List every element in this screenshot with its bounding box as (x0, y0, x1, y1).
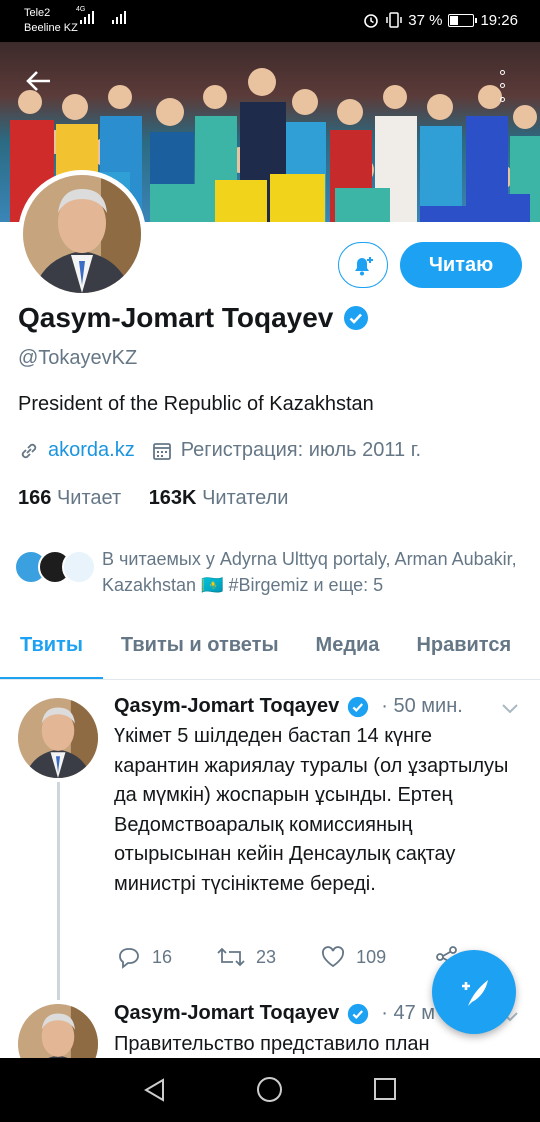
tweet-time: · 50 мин. (381, 695, 463, 717)
battery-icon (448, 13, 478, 27)
signal-icons: 4G (76, 6, 126, 24)
alarm-icon (364, 14, 379, 28)
tweet-actions: 16 23 109 (116, 944, 460, 970)
calendar-icon (152, 442, 171, 460)
verified-badge-icon (348, 696, 369, 717)
notifications-button[interactable] (338, 242, 388, 288)
more-options-button[interactable] (492, 66, 512, 106)
status-bar: Tele2 Beeline KZ 4G 37 % 19:26 (0, 0, 540, 42)
tweet-author: Qasym-Jomart Toqayev (114, 695, 340, 717)
tab-likes[interactable]: Нравится (416, 620, 511, 679)
battery-percent: 37 % (408, 11, 443, 29)
clock: 19:26 (480, 11, 518, 29)
tab-tweets[interactable]: Твиты (0, 620, 103, 679)
like-count: 109 (356, 946, 387, 967)
tweet-avatar[interactable] (18, 1004, 98, 1058)
signal-icon (112, 10, 126, 24)
heart-icon (322, 946, 345, 968)
profile-avatar[interactable] (18, 170, 146, 298)
follow-counts: 166 Читает 163K Читатели (18, 487, 288, 510)
mini-avatar (62, 550, 96, 584)
system-nav-bar (0, 1058, 540, 1122)
avatar-portrait (23, 175, 141, 293)
tweet[interactable]: Qasym-Jomart Toqayev · 50 мин. Үкімет 5 … (0, 680, 540, 1000)
avatar-portrait (18, 1004, 98, 1058)
following-label: Читает (56, 487, 122, 509)
nav-recents-icon[interactable] (374, 1078, 396, 1100)
reply-icon (119, 948, 139, 969)
compose-tweet-button[interactable] (432, 950, 516, 1034)
chevron-down-icon[interactable] (500, 698, 520, 718)
tweet-avatar[interactable] (18, 698, 98, 778)
bell-plus-icon (355, 257, 373, 276)
profile-bio: President of the Republic of Kazakhstan (18, 393, 374, 415)
back-button[interactable] (24, 66, 60, 102)
tweet-author: Qasym-Jomart Toqayev (114, 1002, 340, 1024)
tab-media[interactable]: Медиа (316, 620, 380, 679)
status-right: 37 % 19:26 (362, 11, 518, 29)
compose-feather-icon (462, 980, 488, 1006)
verified-badge-icon (344, 306, 369, 330)
tab-tweets-replies[interactable]: Твиты и ответы (121, 620, 279, 679)
nav-back-icon[interactable] (142, 1077, 166, 1103)
retweet-icon (217, 947, 245, 967)
join-date: Регистрация: июль 2011 г. (180, 439, 422, 461)
carrier-2: Beeline KZ (24, 22, 78, 34)
following-count-link[interactable]: 166 Читает (18, 487, 121, 509)
following-button[interactable]: Читаю (400, 242, 522, 288)
link-icon (21, 443, 37, 458)
carrier-1: Tele2 (24, 7, 51, 19)
followers-label: Читатели (202, 487, 289, 509)
followed-by-row[interactable]: В читаемых у Adyrna Ulttyq portaly, Arma… (14, 546, 534, 598)
following-count: 166 (18, 487, 52, 509)
retweet-count: 23 (256, 946, 277, 967)
website-link[interactable]: akorda.kz (48, 439, 135, 462)
carrier-names: Tele2 Beeline KZ (24, 6, 78, 36)
back-arrow-icon (26, 71, 50, 91)
reply-button[interactable]: 16 (116, 944, 172, 970)
tweet-text: Үкімет 5 шілдеден бастап 14 күнге карант… (114, 725, 509, 895)
tweet-text: Правительство представило план (114, 1033, 430, 1055)
avatar-portrait (18, 698, 98, 778)
thread-line (57, 782, 60, 1000)
signal-icon: 4G (76, 6, 94, 24)
tweet-header: Qasym-Jomart Toqayev · 47 м (114, 1002, 435, 1025)
network-type: 4G (76, 6, 86, 13)
reply-count: 16 (152, 946, 173, 967)
profile-handle: @TokayevKZ (18, 347, 138, 369)
tweet-header: Qasym-Jomart Toqayev · 50 мин. (114, 695, 463, 718)
vibrate-icon (386, 12, 402, 28)
profile-meta: akorda.kz Регистрация: июль 2011 г. (18, 439, 421, 462)
retweet-button[interactable]: 23 (216, 944, 276, 970)
profile-name-row: Qasym-Jomart Toqayev (18, 302, 369, 334)
profile-tabs: Твиты Твиты и ответы Медиа Нравится (0, 620, 540, 680)
followed-by-avatars (14, 546, 96, 586)
followers-count: 163K (148, 487, 197, 509)
followed-by-text: В читаемых у Adyrna Ulttyq portaly, Arma… (102, 549, 517, 595)
nav-home-icon[interactable] (257, 1077, 282, 1102)
profile-name: Qasym-Jomart Toqayev (18, 302, 334, 333)
like-button[interactable]: 109 (320, 944, 386, 970)
followers-count-link[interactable]: 163K Читатели (149, 487, 289, 509)
tweet-time: · 47 м (381, 1002, 436, 1024)
verified-badge-icon (348, 1003, 369, 1024)
